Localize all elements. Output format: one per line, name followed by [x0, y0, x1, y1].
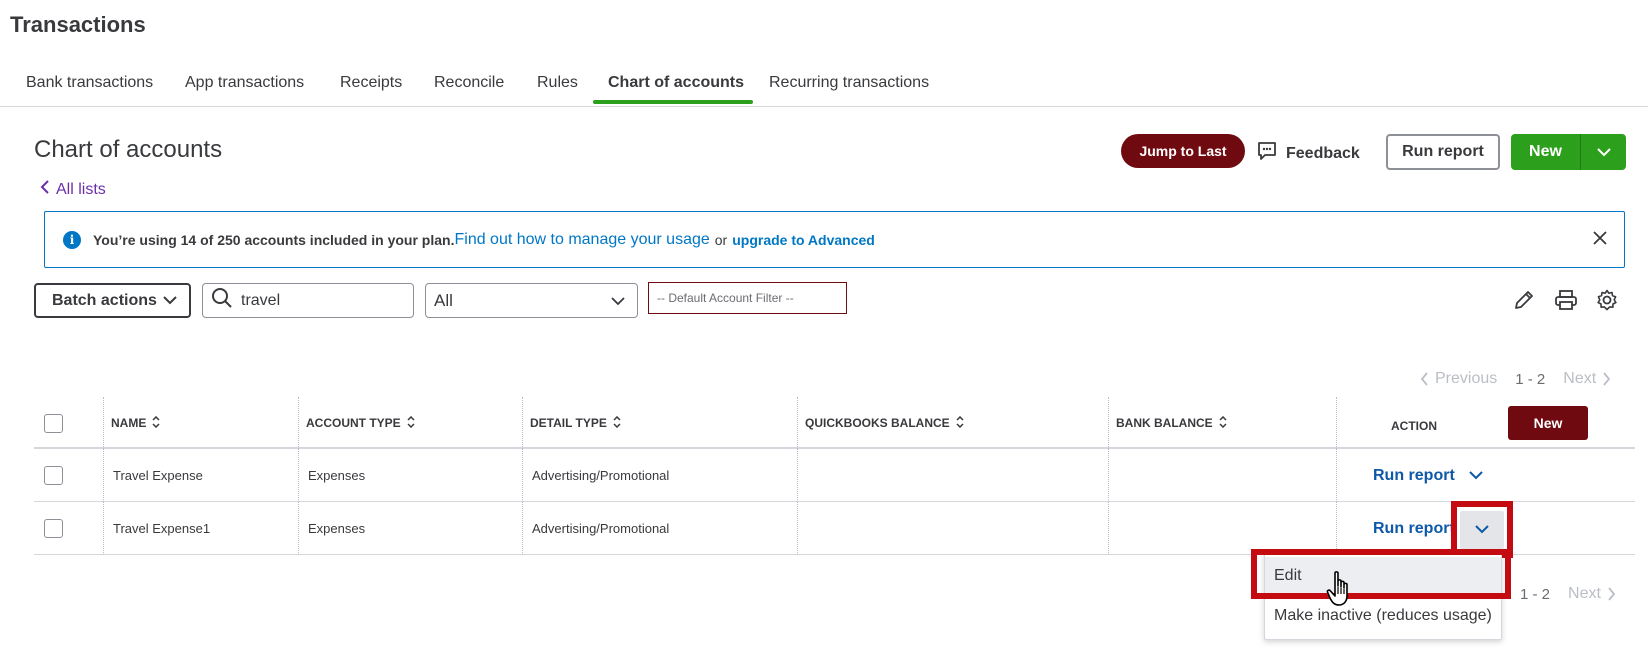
previous-page-button[interactable]: Previous: [1420, 370, 1497, 388]
table-new-button-wrap: New: [1508, 397, 1588, 449]
banner-or-text: or: [714, 231, 728, 248]
next-page-button[interactable]: Next: [1568, 585, 1616, 603]
edit-pencil-icon[interactable]: [1513, 289, 1535, 316]
table-header: NAME ACCOUNT TYPE DETAIL TYPE QUICKBOOKS…: [34, 397, 1635, 449]
gear-icon[interactable]: [1596, 289, 1618, 316]
column-header-quickbooks-balance[interactable]: QUICKBOOKS BALANCE: [797, 397, 964, 449]
column-header-bank-balance[interactable]: BANK BALANCE: [1108, 397, 1227, 449]
chevron-left-icon: [40, 180, 50, 199]
cell-bank-balance: [1108, 502, 1118, 555]
account-type-select[interactable]: All: [425, 283, 638, 318]
all-lists-label: All lists: [56, 180, 106, 198]
section-title: Chart of accounts: [34, 136, 223, 163]
close-icon[interactable]: [1592, 230, 1608, 249]
manage-usage-link[interactable]: Find out how to manage your usage: [454, 231, 709, 249]
select-all-checkbox[interactable]: [44, 397, 63, 449]
cell-quickbooks-balance: [797, 502, 807, 555]
chevron-down-icon: [163, 292, 177, 310]
row-action-menu-button[interactable]: [1469, 449, 1483, 502]
new-account-split-button[interactable]: New: [1511, 134, 1626, 170]
table-row: Travel Expense Expenses Advertising/Prom…: [34, 449, 1635, 502]
table-new-button[interactable]: New: [1508, 406, 1588, 440]
hand-pointer-cursor-icon: [1326, 570, 1354, 613]
column-header-name[interactable]: NAME: [103, 397, 160, 449]
info-icon: i: [63, 230, 81, 249]
all-lists-link[interactable]: All lists: [40, 180, 106, 199]
search-input[interactable]: [241, 291, 401, 310]
tab-reconcile[interactable]: Reconcile: [434, 74, 504, 92]
run-report-button[interactable]: Run report: [1386, 134, 1500, 170]
cell-name: Travel Expense: [113, 468, 203, 483]
tab-bar: Bank transactions App transactions Recei…: [0, 64, 1648, 107]
run-report-link[interactable]: Run report: [1363, 502, 1455, 555]
feedback-button[interactable]: Feedback: [1256, 140, 1360, 167]
tab-app-transactions[interactable]: App transactions: [185, 74, 304, 92]
chevron-down-icon: [611, 291, 625, 311]
tab-chart-of-accounts[interactable]: Chart of accounts: [608, 74, 744, 92]
banner-message: You’re using 14 of 250 accounts included…: [93, 231, 455, 248]
batch-actions-label: Batch actions: [52, 291, 157, 309]
sort-icon: [152, 415, 160, 431]
column-header-action: ACTION: [1391, 419, 1437, 433]
chevron-down-icon[interactable]: [1581, 134, 1626, 170]
sort-icon: [613, 415, 621, 431]
jump-to-last-button[interactable]: Jump to Last: [1121, 134, 1245, 168]
row-checkbox[interactable]: [44, 519, 63, 538]
cell-bank-balance: [1108, 449, 1118, 502]
search-field[interactable]: [202, 283, 414, 318]
chevron-down-icon: [1475, 521, 1489, 539]
sort-icon: [407, 415, 415, 431]
feedback-label: Feedback: [1286, 144, 1360, 162]
page-range: 1 - 2: [1515, 370, 1546, 388]
run-report-link[interactable]: Run report: [1363, 449, 1455, 502]
cell-detail-type: Advertising/Promotional: [532, 468, 670, 483]
cell-name: Travel Expense1: [113, 521, 211, 536]
cell-quickbooks-balance: [797, 449, 807, 502]
row-checkbox[interactable]: [44, 466, 63, 485]
tab-bank-transactions[interactable]: Bank transactions: [26, 74, 153, 92]
cell-detail-type: Advertising/Promotional: [532, 521, 670, 536]
sort-icon: [956, 415, 964, 431]
active-tab-indicator: [593, 100, 753, 104]
menu-item-make-inactive[interactable]: Make inactive (reduces usage): [1265, 597, 1501, 635]
edit-item-highlight: [1251, 549, 1511, 599]
search-icon: [211, 287, 233, 314]
next-label: Next: [1563, 370, 1597, 387]
cell-account-type: Expenses: [308, 521, 366, 536]
next-label: Next: [1568, 585, 1601, 602]
tab-receipts[interactable]: Receipts: [340, 74, 402, 92]
upgrade-link[interactable]: upgrade to Advanced: [732, 232, 875, 248]
new-account-button[interactable]: New: [1511, 134, 1581, 170]
cell-account-type: Expenses: [308, 468, 366, 483]
table-row: Travel Expense1 Expenses Advertising/Pro…: [34, 502, 1635, 555]
batch-actions-dropdown[interactable]: Batch actions: [34, 283, 191, 318]
sort-icon: [1219, 415, 1227, 431]
usage-info-banner: i You’re using 14 of 250 accounts includ…: [44, 211, 1625, 268]
tab-recurring-transactions[interactable]: Recurring transactions: [769, 74, 929, 92]
page-range: 1 - 2: [1520, 585, 1551, 603]
page-header-title: Transactions: [10, 12, 146, 37]
print-icon[interactable]: [1554, 289, 1578, 316]
next-page-button[interactable]: Next: [1563, 370, 1611, 388]
chevron-down-icon: [1469, 468, 1483, 483]
column-header-detail-type[interactable]: DETAIL TYPE: [522, 397, 621, 449]
feedback-icon: [1256, 140, 1278, 167]
row-action-menu-button[interactable]: [1460, 510, 1504, 549]
column-header-account-type[interactable]: ACCOUNT TYPE: [298, 397, 415, 449]
pagination-top: Previous 1 - 2 Next: [1420, 370, 1611, 388]
account-type-select-value: All: [434, 290, 453, 310]
previous-label: Previous: [1435, 370, 1498, 387]
tab-rules[interactable]: Rules: [537, 74, 578, 92]
pagination-bottom: 1 - 2 Next: [1520, 585, 1616, 603]
default-account-filter[interactable]: -- Default Account Filter --: [648, 282, 847, 314]
